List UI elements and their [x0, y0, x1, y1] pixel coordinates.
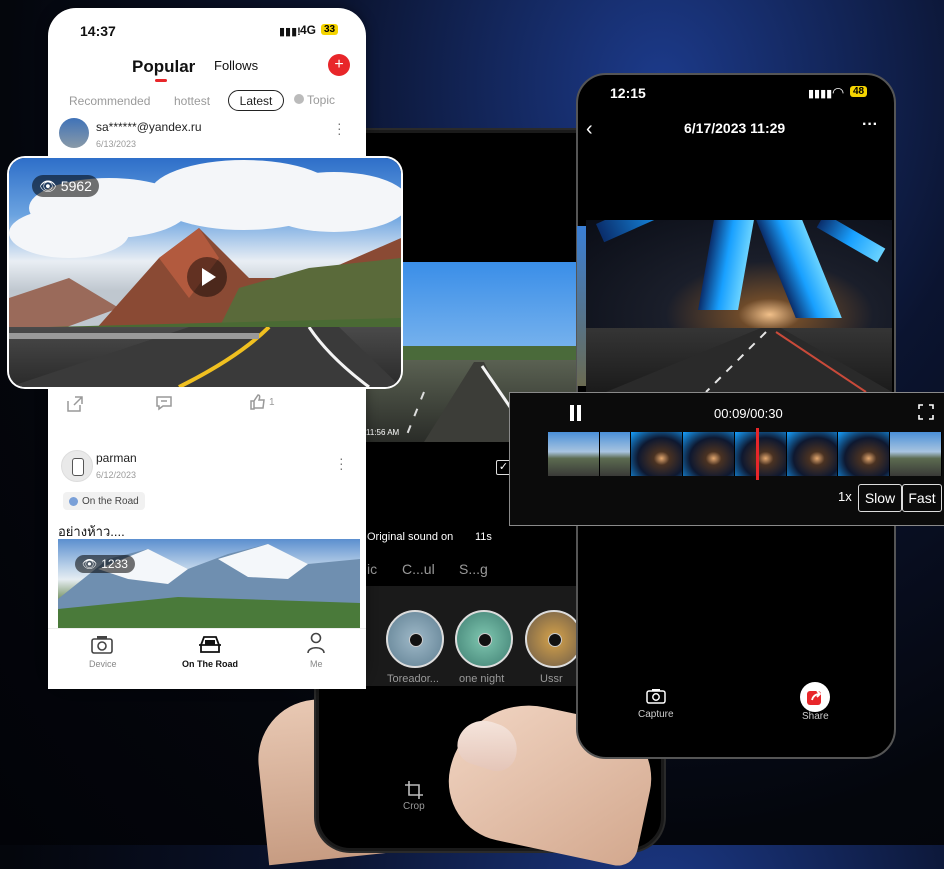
view-count: 5962 — [60, 178, 92, 194]
status-time: 14:37 — [80, 23, 116, 39]
track-disc-one-night[interactable] — [455, 610, 513, 668]
video-title: 6/17/2023 11:29 — [684, 120, 786, 136]
battery-icon: 48 — [850, 86, 868, 97]
car-icon[interactable] — [198, 633, 222, 655]
topic-tag[interactable]: On the Road — [63, 492, 145, 510]
eye-icon: 👁 — [82, 557, 98, 571]
filmstrip[interactable] — [548, 432, 943, 476]
network-label: 4G — [300, 23, 317, 37]
battery-icon: 33 — [321, 24, 339, 35]
play-button[interactable] — [187, 257, 227, 297]
post-date: 6/12/2023 — [96, 470, 137, 480]
tab-popular[interactable]: Popular — [132, 57, 195, 77]
share-icon — [807, 690, 822, 705]
share-label: Share — [802, 711, 829, 722]
original-sound-label: Original sound on — [367, 531, 454, 543]
back-icon[interactable]: ‹ — [586, 118, 593, 141]
music-tab-3[interactable]: S...g — [459, 561, 488, 577]
pause-icon[interactable] — [570, 405, 574, 421]
playhead[interactable] — [756, 428, 760, 480]
topic-icon — [294, 94, 304, 104]
more-icon[interactable]: ··· — [862, 116, 878, 134]
topic-tag-label: On the Road — [82, 495, 139, 507]
speed-slow-button[interactable]: Slow — [858, 484, 902, 512]
video-timestamp: 11:56 AM — [366, 428, 400, 437]
duration-label: 11s — [475, 531, 492, 543]
tab-follows[interactable]: Follows — [214, 58, 258, 73]
wifi-icon: ◠ — [832, 84, 845, 100]
share-icon[interactable] — [66, 395, 84, 413]
post-date: 6/13/2023 — [96, 139, 137, 149]
edge-strip — [577, 226, 586, 386]
nav-on-the-road-label[interactable]: On The Road — [182, 659, 238, 669]
view-count: 1233 — [101, 557, 128, 571]
eye-icon: 👁 — [39, 177, 57, 194]
featured-video-card[interactable]: 👁 5962 — [9, 158, 401, 387]
track-label-2: one night — [459, 673, 505, 685]
add-post-button[interactable]: + — [328, 54, 350, 76]
track-disc-toreador[interactable] — [386, 610, 444, 668]
subtab-recommended[interactable]: Recommended — [69, 94, 150, 108]
crop-icon[interactable] — [404, 780, 424, 800]
speed-1x[interactable]: 1x — [838, 489, 852, 504]
subtab-topic[interactable]: Topic — [307, 93, 335, 107]
nav-device-label[interactable]: Device — [89, 659, 117, 669]
signal-icon: ▮▮▮! — [279, 26, 301, 38]
avatar[interactable] — [59, 118, 89, 148]
signal-icon: ▮▮▮▮ — [808, 88, 833, 100]
tab-indicator — [155, 79, 167, 82]
post-more-icon[interactable]: · · · — [339, 451, 344, 475]
post-more-icon[interactable]: · · · — [337, 116, 342, 140]
speed-fast-button[interactable]: Fast — [902, 484, 942, 512]
view-count-badge: 👁 5962 — [32, 175, 99, 197]
subtab-latest[interactable]: Latest — [228, 90, 284, 111]
status-time: 12:15 — [610, 85, 646, 101]
avatar[interactable] — [61, 450, 93, 482]
crop-label: Crop — [403, 801, 425, 812]
music-tab-1[interactable]: ic — [367, 561, 377, 577]
post-username[interactable]: parman — [96, 451, 137, 465]
music-tab-2[interactable]: C...ul — [402, 561, 435, 577]
like-count: 1 — [269, 397, 275, 408]
comment-icon[interactable] — [155, 395, 173, 411]
playback-time: 00:09/00:30 — [714, 406, 783, 421]
like-icon[interactable] — [249, 393, 267, 411]
nav-me-label[interactable]: Me — [310, 659, 323, 669]
fullscreen-icon[interactable] — [918, 404, 934, 420]
topic-icon — [69, 496, 78, 506]
capture-label: Capture — [638, 709, 674, 720]
device-icon[interactable] — [91, 634, 113, 654]
capture-icon[interactable] — [646, 688, 666, 704]
track-label-1: Toreador... — [387, 673, 439, 685]
post-username[interactable]: sa******@yandex.ru — [96, 120, 202, 134]
view-count-badge: 👁 1233 — [75, 555, 135, 573]
user-icon[interactable] — [306, 632, 326, 654]
subtab-hottest[interactable]: hottest — [174, 94, 210, 108]
tunnel-video[interactable] — [586, 220, 892, 392]
post-video-thumbnail[interactable]: 👁 1233 — [58, 539, 360, 629]
track-disc-ussr[interactable] — [525, 610, 583, 668]
track-label-3: Ussr — [540, 673, 563, 685]
share-button[interactable] — [800, 682, 830, 712]
